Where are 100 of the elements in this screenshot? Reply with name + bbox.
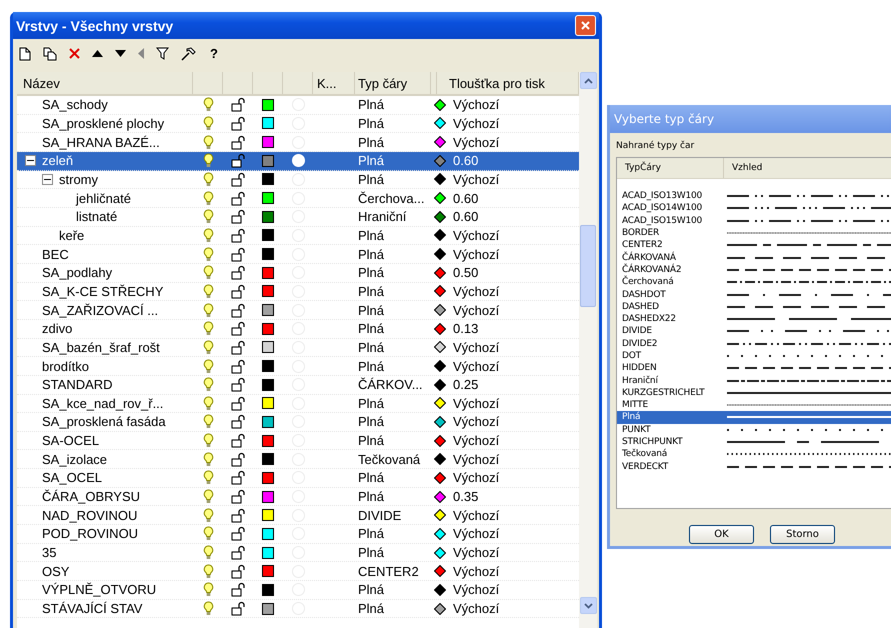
linetype-name[interactable]: Čerchova... <box>358 190 424 206</box>
lightbulb-icon[interactable] <box>202 116 214 131</box>
layer-row[interactable]: SA_bazén_šraf_rošt Plná Výchozí <box>17 338 579 358</box>
color-swatch[interactable] <box>262 210 274 223</box>
padlock-icon[interactable] <box>230 116 246 131</box>
color-swatch[interactable] <box>262 136 274 148</box>
padlock-icon[interactable] <box>230 396 246 411</box>
layer-row[interactable]: listnaté Hraniční 0.60 <box>17 208 579 227</box>
lightbulb-icon[interactable] <box>202 228 214 243</box>
padlock-icon[interactable] <box>230 526 246 542</box>
column-header[interactable]: TypČáry <box>617 158 724 178</box>
thickness-value[interactable]: 0.60 <box>453 190 478 206</box>
scrollbar[interactable] <box>579 72 597 628</box>
down-arrow-icon[interactable] <box>115 50 126 57</box>
color-swatch[interactable] <box>262 322 274 335</box>
thickness-value[interactable]: 0.35 <box>453 489 478 504</box>
linetype-item[interactable]: Čerchovaná <box>617 276 891 288</box>
linetype-name[interactable]: Plná <box>358 153 384 168</box>
lightbulb-icon[interactable] <box>202 452 214 467</box>
linetype-name[interactable]: Plná <box>358 489 384 504</box>
linetype-item[interactable]: MITTE <box>617 399 891 412</box>
linetype-item[interactable]: HIDDEN <box>617 362 891 374</box>
lightbulb-icon[interactable] <box>202 209 214 224</box>
linetype-name[interactable]: Plná <box>358 134 384 150</box>
layer-row[interactable]: SA_podlahy Plná 0.50 <box>17 264 579 283</box>
padlock-icon[interactable] <box>230 302 246 318</box>
color-swatch[interactable] <box>262 509 274 522</box>
dialog-button[interactable]: Storno <box>770 525 835 544</box>
thickness-value[interactable]: Výchozí <box>453 246 500 262</box>
lightbulb-icon[interactable] <box>202 302 214 318</box>
layer-row[interactable]: STÁVAJÍCÍ STAV Plná Výchozí <box>17 600 579 618</box>
padlock-icon[interactable] <box>230 414 246 430</box>
color-swatch[interactable] <box>262 341 274 354</box>
color-swatch[interactable] <box>262 304 274 316</box>
lightbulb-icon[interactable] <box>202 489 214 504</box>
delete-icon[interactable] <box>69 48 80 59</box>
thickness-value[interactable]: Výchozí <box>453 340 500 355</box>
linetype-name[interactable]: DIVIDE <box>358 508 402 523</box>
layer-row[interactable]: BEC Plná Výchozí <box>17 245 579 264</box>
padlock-icon[interactable] <box>230 470 246 486</box>
layer-row[interactable]: zdivo Plná 0.13 <box>17 320 579 339</box>
thickness-value[interactable]: Výchozí <box>453 228 500 243</box>
linetype-name[interactable]: Plná <box>358 246 384 262</box>
lightbulb-icon[interactable] <box>202 545 214 560</box>
linetype-item[interactable]: ACAD_ISO14W100 <box>617 202 891 215</box>
column-header[interactable]: Název <box>17 72 193 94</box>
layer-row[interactable]: OSY CENTER2 Výchozí <box>17 562 579 582</box>
linetype-item[interactable]: DASHED <box>617 300 891 313</box>
lightbulb-icon[interactable] <box>202 564 214 579</box>
new-page-icon[interactable] <box>19 46 31 60</box>
linetype-item[interactable]: ČÁRKOVANÁ2 <box>617 264 891 276</box>
layer-row[interactable]: stromy Plná Výchozí <box>17 170 579 190</box>
linetype-item[interactable]: ČÁRKOVANÁ <box>617 251 891 264</box>
padlock-icon[interactable] <box>230 601 246 616</box>
lightbulb-icon[interactable] <box>202 601 214 616</box>
thickness-value[interactable]: Výchozí <box>453 526 500 542</box>
layer-row[interactable]: brodítko Plná Výchozí <box>17 357 579 376</box>
linetype-name[interactable]: Plná <box>358 116 384 131</box>
lightbulb-icon[interactable] <box>202 321 214 336</box>
color-swatch[interactable] <box>262 229 274 242</box>
lightbulb-icon[interactable] <box>202 508 214 523</box>
thickness-value[interactable]: Výchozí <box>453 284 500 299</box>
thickness-value[interactable]: Výchozí <box>453 414 500 430</box>
lightbulb-icon[interactable] <box>202 172 214 187</box>
linetype-item[interactable]: Plná <box>617 411 891 424</box>
thickness-value[interactable]: Výchozí <box>453 545 500 560</box>
padlock-icon[interactable] <box>230 452 246 467</box>
padlock-icon[interactable] <box>230 489 246 504</box>
close-button[interactable] <box>575 15 596 36</box>
thickness-value[interactable]: Výchozí <box>453 508 500 523</box>
color-swatch[interactable] <box>262 546 274 559</box>
scroll-thumb[interactable] <box>580 225 596 307</box>
thickness-value[interactable]: 0.13 <box>453 321 478 336</box>
layer-row[interactable]: SA_K-CE STŘECHY Plná Výchozí <box>17 282 579 302</box>
layer-row[interactable]: SA_prosklená fasáda Plná Výchozí <box>17 413 579 432</box>
padlock-icon[interactable] <box>230 97 246 112</box>
linetype-name[interactable]: Plná <box>358 228 384 243</box>
color-swatch[interactable] <box>262 378 274 391</box>
thickness-value[interactable]: Výchozí <box>453 302 500 318</box>
padlock-icon[interactable] <box>230 284 246 299</box>
column-header[interactable]: Vzhled <box>724 158 891 178</box>
linetype-item[interactable]: ACAD_ISO15W100 <box>617 214 891 227</box>
thickness-value[interactable]: Výchozí <box>453 358 500 374</box>
padlock-icon[interactable] <box>230 564 246 579</box>
color-swatch[interactable] <box>262 490 274 503</box>
linetype-name[interactable]: Plná <box>358 265 384 280</box>
lightbulb-icon[interactable] <box>202 153 214 168</box>
thickness-value[interactable]: Výchozí <box>453 116 500 131</box>
column-header[interactable]: K... <box>313 72 355 94</box>
lightbulb-icon[interactable] <box>202 414 214 430</box>
linetype-name[interactable]: Plná <box>358 545 384 560</box>
lightbulb-icon[interactable] <box>202 340 214 355</box>
thickness-value[interactable]: Výchozí <box>453 601 500 616</box>
padlock-icon[interactable] <box>230 508 246 523</box>
thickness-value[interactable]: Výchozí <box>453 582 500 598</box>
padlock-icon[interactable] <box>230 190 246 206</box>
lightbulb-icon[interactable] <box>202 97 214 112</box>
collapse-icon[interactable] <box>42 174 53 185</box>
linetype-name[interactable]: Tečkovaná <box>358 452 420 467</box>
layer-row[interactable]: STANDARD ČÁRKOV... 0.25 <box>17 376 579 394</box>
